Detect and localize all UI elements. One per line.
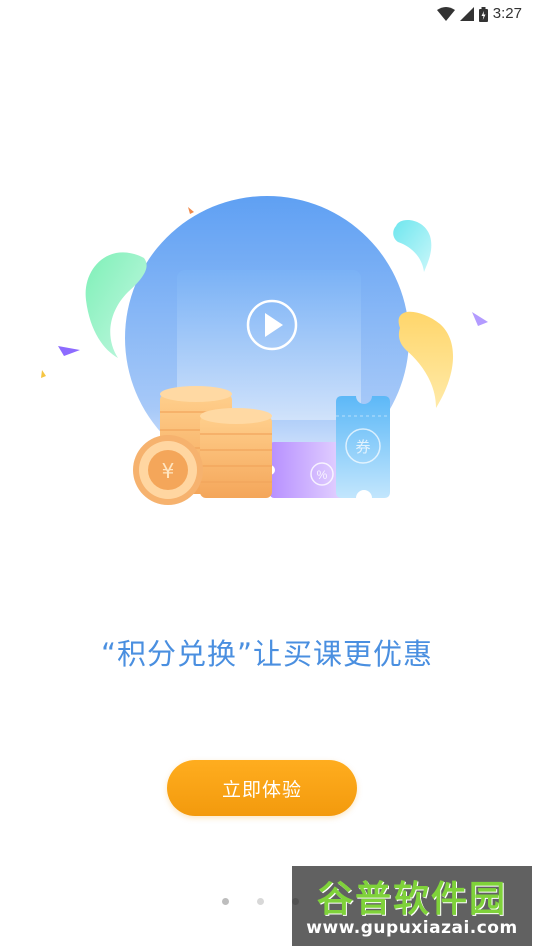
coin-stack-right xyxy=(200,408,272,498)
yuan-coin-icon: ¥ xyxy=(133,435,203,505)
watermark-title: 谷普软件园 xyxy=(316,879,507,920)
status-icons: 3:27 xyxy=(436,5,522,23)
try-now-button[interactable]: 立即体验 xyxy=(167,760,357,816)
svg-text:¥: ¥ xyxy=(162,459,175,483)
page-dot[interactable] xyxy=(222,898,229,905)
page-indicator xyxy=(222,898,299,905)
confetti-shape xyxy=(41,370,46,378)
svg-text:%: % xyxy=(317,468,328,482)
page-dot[interactable] xyxy=(257,898,264,905)
confetti-shape xyxy=(472,312,488,326)
watermark-url: www.gupuxiazai.com xyxy=(306,918,518,938)
confetti-shape xyxy=(58,346,80,356)
battery-icon xyxy=(478,6,488,22)
cyan-drop-shape xyxy=(393,220,432,272)
wifi-icon xyxy=(436,7,455,21)
signal-icon xyxy=(459,7,474,21)
headline: “积分兑换”让买课更优惠 xyxy=(100,637,434,671)
svg-text:券: 券 xyxy=(355,438,370,456)
confetti-shape xyxy=(188,207,194,214)
status-bar: 3:27 xyxy=(0,0,534,28)
hero-illustration: % 券 ¥ xyxy=(41,196,488,505)
status-time: 3:27 xyxy=(492,5,522,22)
watermark: 谷普软件园 www.gupuxiazai.com xyxy=(292,866,532,946)
